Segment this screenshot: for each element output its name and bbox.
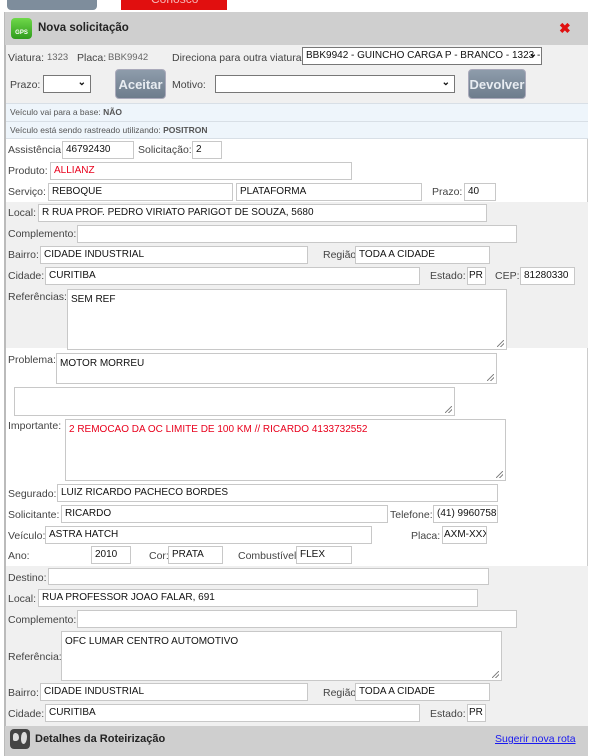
gps-app-icon: GPS: [11, 18, 32, 39]
destino-complemento-input[interactable]: [77, 610, 517, 628]
viatura-label: Viatura:: [8, 52, 44, 64]
destino-regiao-input[interactable]: TODA A CIDADE: [355, 683, 490, 701]
solicitacao-input[interactable]: 2: [192, 141, 222, 159]
local-label: Local:: [8, 207, 37, 219]
direciona-value: BBK9942 - GUINCHO CARGA P - BRANCO - 132…: [306, 50, 542, 61]
destino-referencia-textarea[interactable]: OFC LUMAR CENTRO AUTOMOTIVO: [61, 631, 502, 681]
solicitante-input[interactable]: RICARDO: [61, 505, 388, 523]
servico-label: Serviço:: [8, 186, 46, 198]
destino-cidade-input[interactable]: CURITIBA: [45, 704, 420, 722]
servico-input[interactable]: REBOQUE: [48, 183, 233, 201]
problema-textarea[interactable]: MOTOR MORREU: [56, 353, 497, 384]
top-nav-button[interactable]: [7, 0, 97, 10]
telefone-input[interactable]: (41) 996075878: [433, 505, 498, 523]
regiao-input[interactable]: TODA A CIDADE: [355, 246, 490, 264]
info-base: Veículo vai para a base: NÃO: [6, 103, 588, 121]
viatura-value: 1323: [47, 52, 69, 63]
direciona-label: Direciona para outra viatura:: [172, 52, 305, 64]
destino-bairro-input[interactable]: CIDADE INDUSTRIAL: [40, 683, 308, 701]
assistencia-label: Assistência:: [8, 144, 65, 156]
estado-input[interactable]: PR: [467, 267, 486, 285]
problema-extra-textarea[interactable]: [14, 387, 455, 416]
base-label: Veículo vai para a base:: [10, 107, 101, 117]
destino-label: Destino:: [8, 572, 47, 584]
problema-label: Problema:: [8, 354, 56, 366]
ano-label: Ano:: [8, 550, 30, 562]
routing-title: Detalhes da Roteirização: [35, 733, 166, 745]
combustivel-input[interactable]: FLEX: [296, 546, 352, 564]
solicitacao-label: Solicitação:: [138, 144, 192, 156]
local-input[interactable]: R RUA PROF. PEDRO VIRIATO PARIGOT DE SOU…: [38, 204, 487, 222]
direciona-select[interactable]: BBK9942 - GUINCHO CARGA P - BRANCO - 132…: [302, 47, 542, 65]
motivo-label: Motivo:: [172, 79, 206, 91]
destino-bairro-label: Bairro:: [8, 687, 39, 699]
importante-textarea[interactable]: 2 REMOCAO DA OC LIMITE DE 100 KM // RICA…: [65, 419, 506, 481]
tracking-value: POSITRON: [163, 125, 208, 135]
referencias-label: Referências:: [8, 291, 67, 303]
contact-button[interactable]: Conosco: [121, 0, 227, 10]
destino-estado-input[interactable]: PR: [467, 704, 486, 722]
close-icon[interactable]: ✖: [559, 20, 571, 37]
destino-local-label: Local:: [8, 593, 37, 605]
regiao-label: Região:: [323, 249, 360, 261]
destino-regiao-label: Região:: [323, 687, 360, 699]
destino-input[interactable]: [48, 568, 489, 585]
prazo-label: Prazo:: [10, 79, 41, 91]
assistencia-input[interactable]: 46792430: [62, 141, 134, 159]
estado-label: Estado:: [430, 270, 466, 282]
veiculo-input[interactable]: ASTRA HATCH: [45, 526, 372, 544]
cidade-input[interactable]: CURITIBA: [45, 267, 420, 285]
destino-complemento-label: Complemento:: [8, 614, 77, 626]
placa-value: BBK9942: [108, 52, 149, 63]
info-tracking: Veículo está sendo rastreado utilizando:…: [6, 121, 588, 139]
base-value: NÃO: [103, 107, 122, 117]
prazo-field-label: Prazo:: [432, 186, 463, 198]
panel-title: Nova solicitação: [38, 22, 129, 34]
motivo-select[interactable]: ⌄: [215, 75, 455, 93]
accept-button[interactable]: Aceitar: [115, 69, 166, 99]
produto-input[interactable]: ALLIANZ: [50, 162, 352, 180]
suggest-route-link[interactable]: Sugerir nova rota: [495, 733, 576, 745]
placa-input[interactable]: AXM-XXXX: [442, 526, 487, 544]
referencias-textarea[interactable]: SEM REF: [67, 289, 507, 350]
bairro-label: Bairro:: [8, 249, 39, 261]
segurado-label: Segurado:: [8, 488, 57, 500]
chevron-down-icon: ⌄: [528, 49, 537, 60]
globe-icon: [10, 729, 30, 749]
cep-label: CEP:: [495, 270, 520, 282]
telefone-label: Telefone:: [390, 509, 433, 521]
cidade-label: Cidade:: [8, 270, 45, 282]
tracking-label: Veículo está sendo rastreado utilizando:: [10, 125, 161, 135]
return-button[interactable]: Devolver: [468, 69, 526, 99]
prazo-select[interactable]: ⌄: [43, 75, 91, 93]
prazo-input[interactable]: 40: [464, 183, 496, 201]
destino-cidade-label: Cidade:: [8, 708, 45, 720]
produto-label: Produto:: [8, 165, 48, 177]
destino-estado-label: Estado:: [430, 708, 466, 720]
cor-label: Cor:: [149, 550, 169, 562]
solicitante-label: Solicitante:: [8, 509, 60, 521]
cor-input[interactable]: PRATA: [168, 546, 223, 564]
chevron-down-icon: ⌄: [77, 77, 86, 88]
servico-type-input[interactable]: PLATAFORMA: [236, 183, 422, 201]
ano-input[interactable]: 2010: [91, 546, 131, 564]
complemento-input[interactable]: [77, 225, 517, 243]
bairro-input[interactable]: CIDADE INDUSTRIAL: [40, 246, 308, 264]
placa-field-label: Placa:: [411, 530, 441, 542]
destino-local-input[interactable]: RUA PROFESSOR JOAO FALAR, 691: [38, 589, 478, 607]
veiculo-label: Veículo:: [8, 530, 46, 542]
cep-input[interactable]: 81280330: [520, 267, 575, 285]
importante-label: Importante:: [8, 420, 62, 432]
combustivel-label: Combustível:: [238, 550, 300, 562]
placa-label: Placa:: [77, 52, 107, 64]
chevron-down-icon: ⌄: [441, 77, 450, 88]
segurado-input[interactable]: LUIZ RICARDO PACHECO BORDES: [57, 484, 498, 502]
destino-referencia-label: Referência:: [8, 651, 62, 663]
complemento-label: Complemento:: [8, 228, 77, 240]
